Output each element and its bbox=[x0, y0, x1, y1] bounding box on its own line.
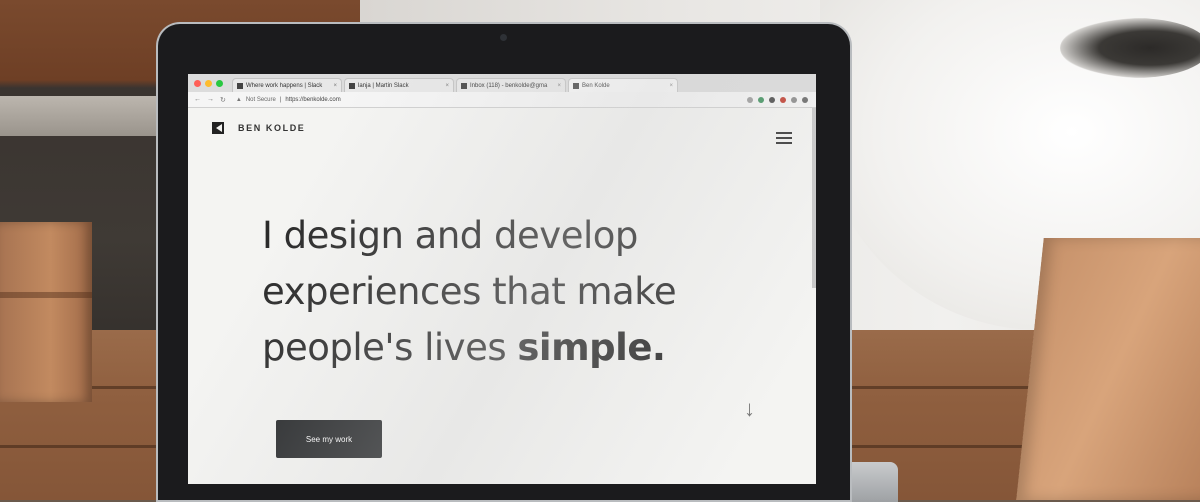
tab-label: Inbox (118) - benkolde@gma bbox=[470, 82, 548, 89]
tab-label: Where work happens | Slack bbox=[246, 82, 323, 89]
hero-line-1: I design and develop bbox=[262, 214, 638, 257]
tab-label: lanja | Martin Slack bbox=[358, 82, 409, 89]
extension-icon[interactable] bbox=[780, 96, 786, 103]
wooden-chair-right bbox=[1016, 238, 1200, 500]
hero-line-3: people's lives simple. bbox=[262, 320, 782, 376]
close-tab-icon[interactable]: × bbox=[557, 79, 561, 92]
slack-favicon-icon bbox=[237, 82, 243, 89]
forward-arrow-icon[interactable]: → bbox=[207, 96, 214, 103]
extension-icon[interactable] bbox=[769, 96, 775, 103]
bookmark-star-icon[interactable] bbox=[747, 96, 753, 103]
hero-line-2: experiences that make bbox=[262, 270, 677, 313]
back-arrow-icon[interactable]: ← bbox=[194, 96, 201, 103]
hero-emphasis: simple. bbox=[517, 326, 666, 369]
browser-toolbar: ← → ↻ ▲ Not Secure | https://benkolde.co… bbox=[188, 92, 816, 108]
ben-kolde-favicon-icon bbox=[573, 82, 579, 89]
webcam bbox=[500, 34, 507, 41]
k-logo-icon[interactable] bbox=[212, 122, 224, 134]
photo-scene: Where work happens | Slack × lanja | Mar… bbox=[0, 0, 1200, 502]
scroll-down-arrow-icon[interactable]: ↓ bbox=[744, 396, 755, 422]
close-tab-icon[interactable]: × bbox=[445, 79, 449, 92]
tab-inbox[interactable]: Inbox (118) - benkolde@gma × bbox=[456, 78, 566, 92]
url-text: https://benkolde.com bbox=[285, 96, 341, 103]
wooden-block-left bbox=[0, 222, 92, 402]
hero-headline: I design and develop experiences that ma… bbox=[262, 208, 782, 376]
security-status: Not Secure bbox=[245, 96, 276, 103]
tab-ben-kolde[interactable]: Ben Kolde × bbox=[568, 78, 678, 92]
address-separator: | bbox=[279, 96, 282, 103]
extension-icon[interactable] bbox=[758, 96, 764, 103]
hero-line-3-text: people's lives bbox=[262, 326, 518, 369]
see-my-work-button[interactable]: See my work bbox=[276, 420, 382, 458]
reload-icon[interactable]: ↻ bbox=[220, 96, 226, 104]
close-tab-icon[interactable]: × bbox=[333, 79, 337, 92]
tab-label: Ben Kolde bbox=[582, 82, 610, 89]
warning-icon: ▲ bbox=[235, 96, 242, 103]
site-header: BEN KOLDE bbox=[212, 122, 305, 134]
close-window-button[interactable] bbox=[194, 80, 201, 87]
tab-slack[interactable]: Where work happens | Slack × bbox=[232, 78, 342, 92]
hamburger-menu-icon[interactable] bbox=[776, 132, 792, 147]
extension-icons bbox=[747, 96, 808, 103]
page-scrollbar[interactable] bbox=[812, 108, 816, 288]
browser-tab-bar: Where work happens | Slack × lanja | Mar… bbox=[188, 74, 816, 92]
menu-dots-icon[interactable] bbox=[802, 96, 808, 103]
extension-icon[interactable] bbox=[791, 96, 797, 103]
dark-knob-object bbox=[1060, 18, 1200, 78]
maximize-window-button[interactable] bbox=[216, 80, 223, 87]
laptop-screen: Where work happens | Slack × lanja | Mar… bbox=[188, 74, 816, 484]
minimize-window-button[interactable] bbox=[205, 80, 212, 87]
gmail-favicon-icon bbox=[461, 82, 467, 89]
close-tab-icon[interactable]: × bbox=[669, 79, 673, 92]
slack-favicon-icon bbox=[349, 82, 355, 89]
site-brand[interactable]: BEN KOLDE bbox=[238, 123, 305, 133]
laptop-bezel: Where work happens | Slack × lanja | Mar… bbox=[158, 24, 850, 500]
window-controls bbox=[194, 80, 223, 87]
address-bar[interactable]: ▲ Not Secure | https://benkolde.com bbox=[236, 97, 341, 103]
tab-lanja[interactable]: lanja | Martin Slack × bbox=[344, 78, 454, 92]
